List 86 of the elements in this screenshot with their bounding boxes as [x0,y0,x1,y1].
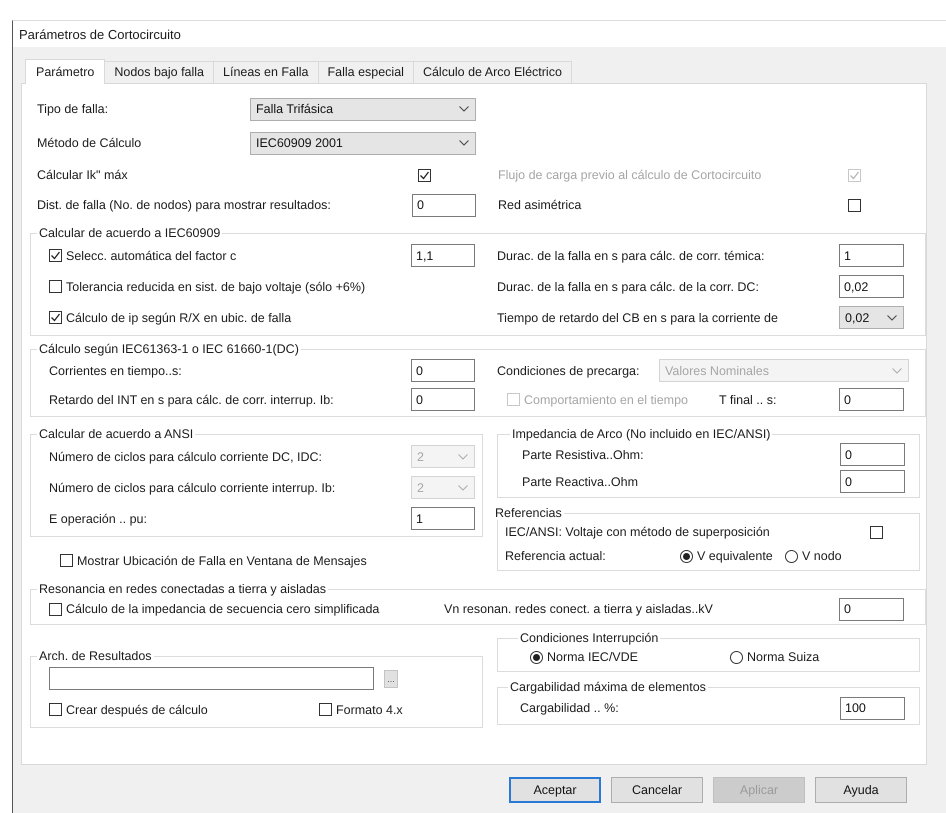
input-field[interactable]: 1 [411,507,475,530]
group-title: Referencias [494,506,563,520]
input-field[interactable]: 0 [839,598,904,620]
field-label: Tiempo de retardo del CB en s para la corriente de [497,310,779,324]
group-title: Arch. de Resultados [38,649,153,663]
group-title: Calcular de acuerdo a ANSI [38,427,194,441]
input-field[interactable] [49,667,374,690]
field-label: Número de ciclos para cálculo corriente interrup. Ib: [49,480,336,494]
field-label: Referencia actual: [505,549,607,563]
checkbox[interactable] [848,198,861,212]
radio-button[interactable] [785,550,798,562]
caret-icon [892,368,902,374]
radio-label: Norma IEC/VDE [547,650,638,664]
input-field[interactable]: 0,02 [839,275,904,298]
radio-label: Norma Suiza [747,650,820,664]
radio-button[interactable] [530,650,543,664]
group-title: Resonancia en redes conectadas a tierra y aisladas [38,582,327,596]
window-title: Parámetros de Cortocircuito [19,26,181,42]
field-label: Red asimétrica [498,198,582,212]
input-field[interactable]: 0 [411,388,475,411]
input-field[interactable]: 1 [839,244,904,267]
field-label: Número de ciclos para cálculo corriente DC, IDC: [49,450,324,464]
caret-icon [458,454,468,460]
field-label: Parte Reactiva..Ohm [522,474,640,488]
input-field[interactable]: 100 [840,696,905,720]
field-label: Parte Resistiva..Ohm: [522,448,645,462]
radio-button[interactable] [680,550,693,562]
checkbox[interactable] [49,311,62,324]
field-label: Cálcular Ik" máx [37,168,129,182]
checkbox[interactable] [418,168,431,182]
radio-label: V equivalente [697,549,773,563]
checkbox[interactable] [870,526,883,538]
group-title: Impedancia de Arco (No incluido en IEC/ANSI) [511,427,772,441]
browse-button[interactable]: ... [384,670,398,688]
field-label: Tipo de falla: [37,102,110,116]
checkbox-label: Crear después de cálculo [66,702,208,716]
field-label: Durac. de la falla en s para cálc. de corr. témica: [497,248,766,262]
dialog-button[interactable]: Aceptar [509,777,601,803]
group-title: Calcular de acuerdo a IEC60909 [38,226,222,240]
input-field[interactable]: 0 [840,470,905,493]
field-label: Durac. de la falla en s para cálc. de la corr. DC: [497,280,760,294]
checkbox[interactable] [49,249,62,262]
checkbox-label: Mostrar Ubicación de Falla en Ventana de Mensajes [77,554,367,568]
checkbox-label: Cálculo de la impedancia de secuencia cero simplificada [66,602,380,616]
group-title: Cargabilidad máxima de elementos [509,680,707,694]
field-label: E operación .. pu: [49,512,148,526]
dialog-button[interactable]: Ayuda [815,777,907,803]
field-label: T final .. s: [719,392,778,406]
tab[interactable]: Parámetro [25,59,106,84]
checkbox[interactable] [319,703,332,716]
input-field[interactable]: 0 [412,194,476,216]
input-field[interactable]: 0 [839,388,904,411]
radio-label: V nodo [802,549,842,563]
field-label: Método de Cálculo [37,136,142,150]
field-label: Retardo del INT en s para cálc. de corr. interrup. Ib: [49,392,335,406]
dropdown[interactable]: IEC60909 2001 [250,132,476,154]
tab[interactable]: Cálculo de Arco Eléctrico [412,61,572,83]
checkbox-label: Formato 4.x [336,702,403,716]
checkbox-label: Comportamiento en el tiempo [524,392,688,406]
checkbox[interactable] [49,703,62,716]
checkbox-label: Tolerancia reducida en sist. de bajo voltaje (sólo +6%) [66,280,366,294]
checkbox-label: Selecc. automática del factor c [66,248,236,262]
dialog-button[interactable]: Cancelar [611,777,703,803]
caret-icon [459,106,469,112]
input-field[interactable]: 0 [411,359,475,382]
dropdown[interactable]: 0,02 [839,306,904,329]
radio-button[interactable] [730,650,743,664]
checkbox-label: Cálculo de ip según R/X en ubic. de falla [66,310,292,324]
group-title: Cálculo según IEC61363-1 o IEC 61660-1(DC) [38,342,300,356]
field-label: IEC/ANSI: Voltaje con método de superposición [505,525,771,539]
field-label: Condiciones de precarga: [497,364,640,378]
field-label: Corrientes en tiempo..s: [49,364,183,378]
input-field[interactable]: 1,1 [411,244,475,267]
field-label: Vn resonan. redes conect. a tierra y aisladas..kV [444,602,714,616]
caret-icon [458,484,468,490]
checkbox[interactable] [49,602,62,616]
field-label: Cargabilidad .. %: [520,701,620,715]
dropdown[interactable]: Falla Trifásica [250,98,476,120]
group-title: Condiciones Interrupción [519,631,660,645]
checkbox[interactable] [60,554,73,567]
caret-icon [459,140,469,146]
input-field[interactable]: 0 [840,443,905,466]
checkbox[interactable] [49,280,62,293]
field-label: Flujo de carga previo al cálculo de Cortocircuito [498,168,762,182]
field-label: Dist. de falla (No. de nodos) para mostrar resultados: [37,198,332,212]
caret-icon [887,314,897,320]
